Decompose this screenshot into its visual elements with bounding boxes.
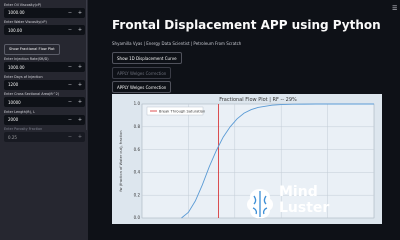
main-area: ☰ Frontal Displacement APP using Python … — [88, 0, 400, 240]
author-byline: Shyamilla Vyas | Energy Data Scientist |… — [112, 41, 242, 46]
number-input-value[interactable]: 1200 — [4, 82, 65, 87]
number-input-value[interactable]: 100.00 — [4, 28, 65, 33]
decrement-button[interactable]: − — [65, 115, 75, 125]
increment-button[interactable]: + — [75, 62, 85, 72]
y-tick-label: 0.6 — [134, 147, 141, 152]
page-title: Frontal Displacement APP using Python — [112, 18, 381, 32]
number-input-value[interactable]: 10000 — [4, 100, 65, 105]
increment-button[interactable]: + — [75, 8, 85, 18]
mind-luster-logo: Mind Luster — [243, 184, 329, 224]
increment-button[interactable]: + — [75, 132, 85, 142]
y-tick-label: 0.4 — [134, 170, 141, 175]
number-input[interactable]: 1200− + — [4, 79, 85, 90]
number-input[interactable]: 10000− + — [4, 97, 85, 107]
menu-icon[interactable]: ☰ — [392, 5, 397, 12]
chart-title: Fractional Flow Plot | RF -- 29% — [219, 97, 297, 103]
number-input[interactable]: 0.25− + — [4, 132, 85, 142]
y-tick-label: 0.0 — [134, 215, 141, 220]
number-input[interactable]: 2000− + — [4, 114, 85, 125]
logo-text: Mind Luster — [279, 184, 329, 216]
logo-line-2: Luster — [279, 200, 330, 216]
sidebar: Enter Oil Viscosity(cP) 1000.00− + Enter Wa… — [0, 0, 88, 240]
increment-button[interactable]: + — [75, 97, 85, 107]
decrement-button[interactable]: − — [65, 80, 75, 90]
sidebar-scrollbar[interactable] — [85, 0, 87, 130]
welge-correction-button[interactable]: APPLY Welges Correction — [112, 81, 172, 93]
number-input-value[interactable]: 0.25 — [4, 135, 65, 140]
welge-correction-disabled-button[interactable]: APPLY Welges Correction — [112, 67, 172, 79]
show-1d-displacement-button[interactable]: Show 1D Displacement Curve — [112, 52, 182, 64]
decrement-button[interactable]: − — [65, 25, 75, 35]
legend-label: Break Through Saturation — [159, 109, 205, 113]
logo-line-1: Mind — [279, 184, 318, 200]
increment-button[interactable]: + — [75, 25, 85, 35]
number-input-value[interactable]: 2000 — [4, 117, 65, 122]
decrement-button[interactable]: − — [65, 97, 75, 107]
number-input-value[interactable]: 1000.00 — [4, 65, 65, 70]
increment-button[interactable]: + — [75, 80, 85, 90]
y-tick-label: 0.2 — [134, 192, 141, 197]
increment-button[interactable]: + — [75, 115, 85, 125]
brain-icon — [247, 189, 273, 219]
number-input[interactable]: 100.00− + — [4, 25, 85, 35]
number-input[interactable]: 1000.00− + — [4, 7, 85, 18]
y-axis-label: fw (fraction of Water cut), fraction — [119, 130, 123, 191]
number-input-value[interactable]: 1000.00 — [4, 10, 65, 15]
decrement-button[interactable]: − — [65, 8, 75, 18]
decrement-button[interactable]: − — [65, 62, 75, 72]
decrement-button[interactable]: − — [65, 132, 75, 142]
y-tick-label: 0.8 — [134, 124, 141, 129]
show-fractional-flow-plot-button[interactable]: Show Fractional Flow Plot — [4, 43, 60, 55]
number-input[interactable]: 1000.00− + — [4, 62, 85, 72]
y-tick-label: 1.0 — [134, 101, 141, 106]
